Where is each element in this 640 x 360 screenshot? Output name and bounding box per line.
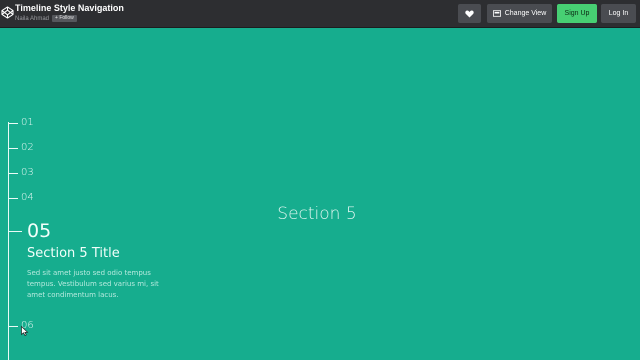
layout-icon bbox=[492, 10, 501, 17]
follow-button[interactable]: + Follow bbox=[52, 15, 77, 22]
timeline-tick bbox=[8, 197, 18, 199]
timeline-number: 04 bbox=[21, 192, 34, 203]
heart-button[interactable] bbox=[458, 4, 481, 23]
active-section-title: Section 5 Title bbox=[27, 246, 120, 261]
active-section-number: 05 bbox=[27, 220, 52, 242]
timeline-nav: 01 02 03 04 05 Section 5 Title Sed sit a… bbox=[0, 28, 200, 360]
author-row: Naila Ahmad + Follow bbox=[15, 15, 77, 22]
topbar: Timeline Style Navigation Naila Ahmad + … bbox=[0, 0, 640, 28]
timeline-tick bbox=[8, 147, 18, 149]
timeline-item-04[interactable]: 04 bbox=[8, 192, 34, 204]
active-section-description: Sed sit amet justo sed odio tempus tempu… bbox=[27, 269, 159, 299]
timeline-tick bbox=[8, 122, 18, 124]
codepen-logo-icon[interactable] bbox=[1, 6, 14, 19]
log-in-button[interactable]: Log In bbox=[601, 4, 636, 23]
timeline-tick bbox=[8, 172, 18, 174]
author-name[interactable]: Naila Ahmad bbox=[15, 16, 49, 22]
heart-icon bbox=[465, 10, 474, 18]
timeline-tick bbox=[8, 231, 22, 232]
mouse-cursor-icon bbox=[21, 326, 29, 336]
timeline-item-03[interactable]: 03 bbox=[8, 167, 34, 179]
change-view-button[interactable]: Change View bbox=[487, 4, 552, 23]
timeline-item-01[interactable]: 01 bbox=[8, 117, 34, 129]
timeline-number: 02 bbox=[21, 142, 34, 153]
timeline-item-02[interactable]: 02 bbox=[8, 142, 34, 154]
pen-title: Timeline Style Navigation bbox=[15, 3, 124, 13]
sign-up-button[interactable]: Sign Up bbox=[557, 4, 597, 23]
change-view-label: Change View bbox=[504, 10, 547, 17]
timeline-tick bbox=[8, 325, 18, 327]
timeline-number: 01 bbox=[21, 117, 34, 128]
timeline-number: 03 bbox=[21, 167, 34, 178]
section-heading: Section 5 bbox=[277, 204, 357, 224]
